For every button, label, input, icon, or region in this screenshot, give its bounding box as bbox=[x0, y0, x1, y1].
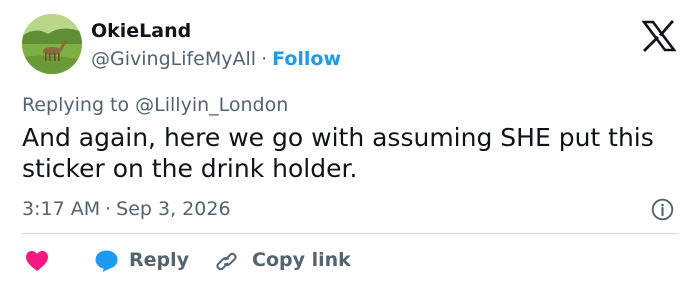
handle-separator: · bbox=[261, 48, 268, 70]
timestamp[interactable]: 3:17 AM · Sep 3, 2026 bbox=[22, 197, 231, 221]
speech-bubble-icon[interactable] bbox=[94, 249, 119, 273]
reply-button[interactable]: Reply bbox=[129, 248, 189, 272]
handle[interactable]: @GivingLifeMyAll bbox=[91, 48, 256, 70]
copy-link-button[interactable]: Copy link bbox=[252, 248, 351, 272]
avatar[interactable] bbox=[22, 14, 82, 74]
action-bar: Reply Copy link bbox=[0, 246, 700, 276]
x-logo-icon[interactable] bbox=[641, 20, 677, 52]
follow-button[interactable]: Follow bbox=[272, 48, 341, 70]
handle-row: @GivingLifeMyAll · Follow bbox=[91, 47, 341, 71]
link-icon[interactable] bbox=[215, 249, 240, 274]
time-separator: · bbox=[105, 198, 112, 220]
avatar-image bbox=[22, 14, 82, 74]
tweet-card: OkieLand @GivingLifeMyAll · Follow Replyin… bbox=[0, 0, 700, 287]
divider bbox=[22, 233, 679, 234]
display-name[interactable]: OkieLand bbox=[91, 19, 191, 43]
tweet-date: Sep 3, 2026 bbox=[116, 198, 231, 220]
tweet-text: And again, here we go with assuming SHE … bbox=[22, 123, 654, 183]
heart-icon[interactable] bbox=[25, 250, 49, 272]
tweet-time: 3:17 AM bbox=[22, 198, 101, 220]
info-icon[interactable] bbox=[651, 198, 674, 221]
replying-to[interactable]: Replying to @Lillyin_London bbox=[22, 93, 288, 117]
